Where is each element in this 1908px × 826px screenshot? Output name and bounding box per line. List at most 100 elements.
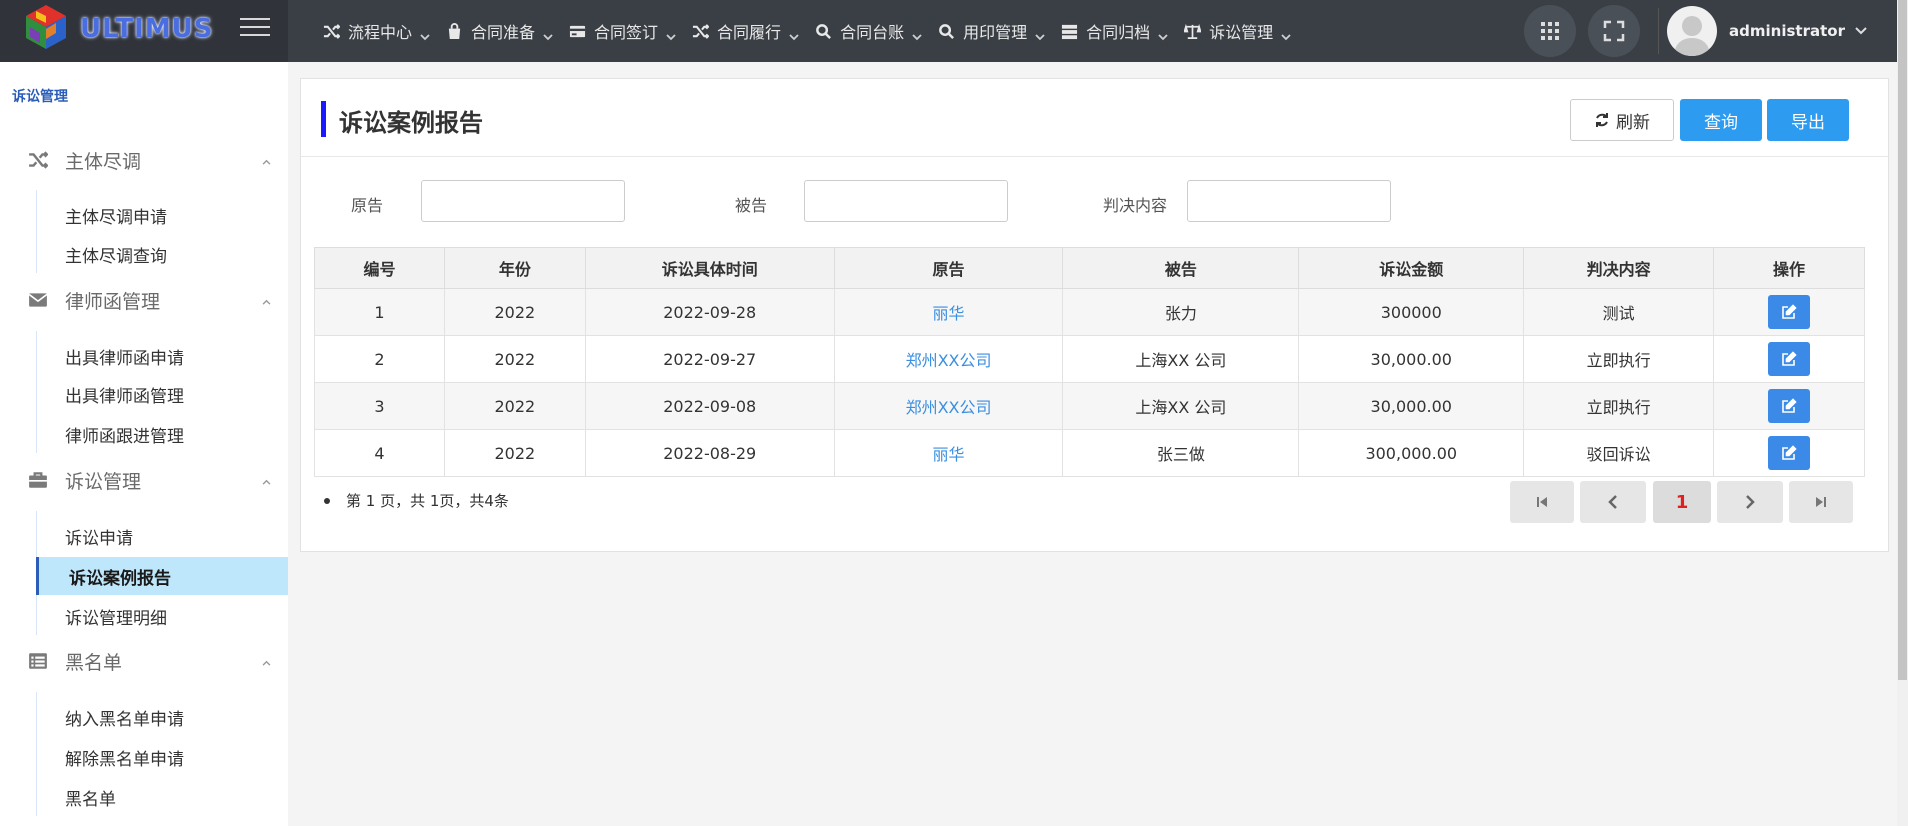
plaintiff-input[interactable] <box>421 180 625 222</box>
table-row: 2 2022 2022-09-27 郑州XX公司 上海XX 公司 30,000.00 立即执… <box>314 335 1865 383</box>
table-cell: 4 <box>314 429 445 477</box>
sidebar-item[interactable]: 出具律师函申请 <box>36 337 288 375</box>
chevron-down-icon <box>1035 26 1045 41</box>
chevron-down-icon <box>543 26 553 41</box>
sidebar-group-1[interactable]: 主体尽调 <box>0 142 288 178</box>
plaintiff-link[interactable]: 丽华 <box>833 288 1064 336</box>
chevron-right-icon <box>1746 495 1755 509</box>
chevron-down-icon <box>1281 26 1291 41</box>
table-header-row: 编号 年份 诉讼具体时间 原告 被告 诉讼金额 判决内容 操作 <box>314 247 1865 289</box>
table-row: 3 2022 2022-09-08 郑州XX公司 上海XX 公司 30,000.00 立即执… <box>314 382 1865 430</box>
fullscreen-button[interactable] <box>1588 5 1641 57</box>
page-scrollbar[interactable] <box>1897 0 1908 826</box>
chevron-left-icon <box>1608 495 1617 509</box>
case-table: 编号 年份 诉讼具体时间 原告 被告 诉讼金额 判决内容 操作 1 2022 2022-09-28… <box>314 247 1865 477</box>
next-page-button[interactable] <box>1717 481 1783 523</box>
shuffle-icon <box>27 149 49 171</box>
sidebar-item[interactable]: 诉讼申请 <box>36 517 288 555</box>
chevron-down-icon[interactable] <box>1855 27 1867 35</box>
edit-button[interactable] <box>1768 295 1811 329</box>
query-button[interactable]: 查询 <box>1680 99 1762 141</box>
nav-item-label: 合同准备 <box>471 23 536 42</box>
judgment-input[interactable] <box>1187 180 1391 222</box>
sidebar-item[interactable]: 主体尽调查询 <box>36 235 288 273</box>
export-button[interactable]: 导出 <box>1767 99 1849 141</box>
grid-icon <box>1541 22 1560 40</box>
table-cell: 2022 <box>443 429 586 477</box>
refresh-button[interactable]: 刷新 <box>1570 99 1674 141</box>
table-cell: 300000 <box>1298 288 1525 336</box>
plaintiff-link[interactable]: 郑州XX公司 <box>833 335 1064 383</box>
nav-item-3[interactable]: 合同签订 <box>568 0 676 62</box>
username[interactable]: administrator <box>1729 22 1845 40</box>
column-header: 判决内容 <box>1523 247 1715 289</box>
edit-button[interactable] <box>1768 389 1811 423</box>
nav-item-4[interactable]: 合同履行 <box>691 0 799 62</box>
edit-button[interactable] <box>1768 436 1811 470</box>
sidebar-item[interactable]: 解除黑名单申请 <box>36 738 288 776</box>
main-panel: 诉讼案例报告 刷新 查询 导出 原告 被告 判决内容 编号 年份 诉讼具体时间 原告被… <box>300 78 1889 552</box>
table-row: 4 2022 2022-08-29 丽华 张三做 300,000.00 驳回诉讼 <box>314 429 1865 477</box>
action-cell <box>1713 382 1865 430</box>
nav-item-label: 诉讼管理 <box>1209 23 1274 42</box>
sidebar-group-2[interactable]: 律师函管理 <box>0 282 288 318</box>
server-icon <box>1060 22 1078 40</box>
prev-page-button[interactable] <box>1580 481 1646 523</box>
shuffle-icon <box>691 22 709 40</box>
sidebar-group-4[interactable]: 黑名单 <box>0 643 288 679</box>
nav-item-2[interactable]: 合同准备 <box>445 0 553 62</box>
plaintiff-label: 原告 <box>351 196 384 215</box>
plaintiff-link[interactable]: 郑州XX公司 <box>833 382 1064 430</box>
edit-icon <box>1782 304 1797 319</box>
defendant-input[interactable] <box>804 180 1008 222</box>
avatar[interactable] <box>1667 6 1718 56</box>
table-cell: 2022-09-08 <box>584 382 835 430</box>
nav-item-label: 流程中心 <box>348 23 413 42</box>
column-header: 操作 <box>1713 247 1865 289</box>
first-page-button[interactable] <box>1510 481 1574 523</box>
sidebar-item[interactable]: 黑名单 <box>36 778 288 816</box>
apps-grid-button[interactable] <box>1524 5 1577 57</box>
scrollbar-thumb[interactable] <box>1898 0 1907 680</box>
last-page-button[interactable] <box>1789 481 1853 523</box>
nav-item-1[interactable]: 流程中心 <box>322 0 430 62</box>
plaintiff-link[interactable]: 丽华 <box>833 429 1064 477</box>
chevron-up-icon <box>262 151 271 169</box>
chevron-down-icon <box>789 26 799 41</box>
pagination-text: 第 1 页，共 1页，共4条 <box>346 492 509 510</box>
nav-item-6[interactable]: 用印管理 <box>937 0 1045 62</box>
logo-text: ULTIMUS <box>80 14 214 44</box>
edit-button[interactable] <box>1768 342 1811 376</box>
sidebar-item[interactable]: 出具律师函管理 <box>36 375 288 413</box>
shuffle-icon <box>322 22 340 40</box>
sidebar-item[interactable]: 诉讼案例报告 <box>36 557 288 595</box>
panel-header: 诉讼案例报告 刷新 查询 导出 <box>301 79 1888 157</box>
chevron-down-icon <box>420 26 430 41</box>
column-header: 年份 <box>443 247 586 289</box>
nav-item-label: 合同履行 <box>717 23 782 42</box>
nav-item-8[interactable]: 诉讼管理 <box>1183 0 1291 62</box>
table-cell: 立即执行 <box>1523 382 1715 430</box>
list-icon <box>27 650 49 672</box>
table-cell: 3 <box>314 382 445 430</box>
sidebar-item[interactable]: 纳入黑名单申请 <box>36 698 288 736</box>
nav-item-7[interactable]: 合同归档 <box>1060 0 1168 62</box>
first-page-icon <box>1537 497 1547 507</box>
table-cell: 上海XX 公司 <box>1062 382 1300 430</box>
sidebar-item[interactable]: 律师函跟进管理 <box>36 415 288 453</box>
sidebar-item[interactable]: 诉讼管理明细 <box>36 597 288 635</box>
table-cell: 300,000.00 <box>1298 429 1525 477</box>
menu-toggle-icon[interactable] <box>240 18 270 40</box>
title-accent <box>321 101 326 137</box>
action-cell <box>1713 288 1865 336</box>
chevron-down-icon <box>1158 26 1168 41</box>
sidebar-item[interactable]: 主体尽调申请 <box>36 196 288 234</box>
pagination-info: 第 1 页，共 1页，共4条 <box>324 490 509 511</box>
divider <box>1658 8 1660 54</box>
nav-item-5[interactable]: 合同台账 <box>814 0 922 62</box>
sidebar-group-3[interactable]: 诉讼管理 <box>0 462 288 498</box>
page-1-button[interactable]: 1 <box>1653 481 1711 523</box>
main-nav: 流程中心 合同准备 合同签订 合同履行 合同台账 用印管理 合同归档 诉讼管理 <box>322 0 1306 62</box>
top-right-tools: administrator <box>1524 0 1897 62</box>
balance-scale-icon <box>1183 22 1201 40</box>
